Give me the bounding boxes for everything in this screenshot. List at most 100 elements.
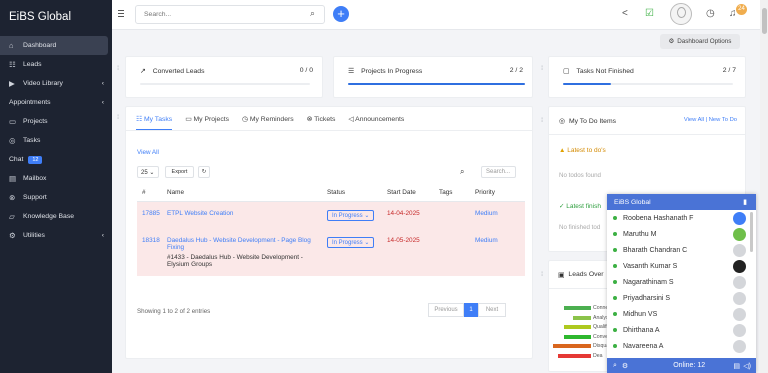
chart-bar	[564, 306, 591, 310]
refresh-button[interactable]: ↻	[198, 166, 210, 178]
chart-label: Dea	[593, 352, 603, 359]
sidebar-item-support[interactable]: ⊗ Support	[0, 188, 112, 207]
check-circle-icon: ◎	[559, 118, 565, 125]
chat-user-item[interactable]: Nagarathinam S	[607, 274, 756, 290]
chart-bar	[553, 344, 591, 348]
sidebar-item-mailbox[interactable]: ▤ Mailbox	[0, 169, 112, 188]
sidebar-item-utilities[interactable]: ⚙ Utilities ‹	[0, 226, 112, 245]
sliders-icon: ☰	[348, 68, 355, 75]
chat-user-name: Vasanth Kumar S	[623, 262, 678, 270]
page-size-select[interactable]: 25 ⌄	[137, 166, 159, 178]
chart-bar	[558, 353, 591, 358]
new-todo-link[interactable]: New To Do	[709, 117, 737, 123]
online-status-icon	[613, 344, 617, 348]
latest-finished-heading: ✓ Latest finish	[559, 203, 601, 210]
menu-toggle-icon[interactable]	[118, 10, 124, 17]
sidebar-item-video-library[interactable]: ▶ Video Library ‹	[0, 74, 112, 93]
message-icon[interactable]: ▤	[733, 362, 740, 370]
page-scrollbar[interactable]	[760, 0, 768, 373]
online-status-icon	[613, 264, 617, 268]
table-row[interactable]: 17885 ETPL Website Creation In Progress …	[137, 201, 525, 229]
stat-card-tasks-not-finished: ▢ Tasks Not Finished 2 / 7	[548, 56, 746, 98]
drag-handle-icon[interactable]: ⁞⁞	[541, 118, 544, 124]
tabs-divider	[126, 130, 532, 131]
chat-panel: EiBS Global ▮ Roobena Hashanath F Maruthu …	[607, 194, 756, 373]
search-input[interactable]	[135, 5, 325, 24]
online-status-icon	[613, 216, 617, 220]
chevron-left-icon: ‹	[101, 80, 104, 87]
online-status-icon	[613, 248, 617, 252]
chat-user-name: Navareena A	[623, 342, 664, 350]
status-dropdown[interactable]: In Progress ⌄	[327, 236, 375, 248]
avatar	[733, 340, 746, 353]
tab-my-tasks[interactable]: ☷ My Tasks	[136, 115, 173, 130]
chat-user-item[interactable]: Vasanth Kumar S	[607, 258, 756, 274]
dashboard-options-button[interactable]: ⚙ Dashboard Options	[660, 34, 740, 49]
status-dropdown[interactable]: In Progress ⌄	[327, 209, 375, 221]
chart-icon: ▣	[558, 272, 565, 279]
avatar	[733, 324, 746, 337]
chat-user-item[interactable]: Dhirthana A	[607, 322, 756, 338]
sidebar-item-chat[interactable]: Chat 12	[0, 150, 112, 169]
chat-user-name: Priyadharsini S	[623, 294, 671, 302]
share-icon[interactable]: <	[622, 8, 628, 19]
chat-user-item[interactable]: Roobena Hashanath F	[607, 210, 756, 226]
chat-user-name: Midhun VS	[623, 310, 658, 318]
quick-add-button[interactable]: +	[333, 6, 349, 22]
projects-icon: ▭	[9, 117, 17, 126]
stat-card-projects-in-progress: ☰ Projects In Progress 2 / 2	[333, 56, 533, 98]
table-search-input[interactable]: Search...	[481, 166, 516, 178]
sidebar-item-tasks[interactable]: ◎ Tasks	[0, 131, 112, 150]
tasks-table: # Name Status Start Date Tags Priority 1…	[137, 184, 525, 276]
table-row[interactable]: 18318 Daedalus Hub - Website Development…	[137, 228, 525, 276]
previous-button[interactable]: Previous	[428, 303, 464, 317]
chat-user-item[interactable]: Navareena A	[607, 338, 756, 354]
clock-icon[interactable]: ◷	[706, 8, 715, 19]
tabs: ☷ My Tasks ▭ My Projects ◷ My Reminders …	[136, 115, 404, 130]
todo-view-all-link[interactable]: View All	[684, 117, 704, 123]
sidebar-item-knowledge-base[interactable]: ▱ Knowledge Base	[0, 207, 112, 226]
chat-user-item[interactable]: Bharath Chandran C	[607, 242, 756, 258]
video-icon: ▶	[9, 79, 15, 88]
next-button[interactable]: Next	[478, 303, 506, 317]
sidebar-item-leads[interactable]: ☷ Leads	[0, 55, 112, 74]
drag-handle-icon[interactable]: ⁞⁞	[541, 66, 544, 72]
tab-announcements[interactable]: ◁ Announcements	[348, 115, 404, 130]
page-1-button[interactable]: 1	[464, 303, 478, 317]
gear-icon[interactable]: ⚙	[622, 362, 628, 370]
sidebar-item-dashboard[interactable]: ⌂ Dashboard	[0, 36, 108, 55]
chat-window-icon[interactable]: ▮	[743, 198, 747, 206]
sidebar-item-projects[interactable]: ▭ Projects	[0, 112, 112, 131]
tab-tickets[interactable]: ⊗ Tickets	[307, 115, 336, 130]
checklist-icon[interactable]: ☑	[645, 8, 654, 19]
chat-user-item[interactable]: Midhun VS	[607, 306, 756, 322]
chat-user-item[interactable]: Priyadharsini S	[607, 290, 756, 306]
export-button[interactable]: Export	[165, 166, 194, 178]
chart-bar	[573, 315, 591, 320]
chat-footer: ⌕ ⚙ Online: 12 ▤ ◁)	[607, 358, 756, 373]
tab-my-reminders[interactable]: ◷ My Reminders	[242, 115, 294, 130]
avatar	[733, 212, 746, 225]
avatar	[733, 244, 746, 257]
sound-icon[interactable]: ◁)	[743, 362, 751, 370]
brand-logo[interactable]: EiBS Global	[0, 0, 112, 34]
sidebar-item-appointments[interactable]: Appointments ‹	[0, 93, 112, 112]
search-icon[interactable]: ⌕	[310, 8, 315, 19]
drag-handle-icon[interactable]: ⁞⁞	[117, 115, 120, 121]
drag-handle-icon[interactable]: ⁞⁞	[117, 66, 120, 72]
chat-user-name: Roobena Hashanath F	[623, 214, 694, 222]
folder-icon: ▱	[9, 212, 15, 221]
chart-bar	[564, 325, 591, 329]
online-status-icon	[613, 328, 617, 332]
chevron-left-icon: ‹	[101, 232, 104, 239]
chat-scrollbar[interactable]	[750, 212, 753, 252]
progress-bar	[140, 82, 310, 85]
view-all-link[interactable]: View All	[137, 149, 159, 156]
tab-my-projects[interactable]: ▭ My Projects	[185, 115, 229, 130]
search-icon[interactable]: ⌕	[613, 362, 617, 370]
drag-handle-icon[interactable]: ⁞⁞	[541, 272, 544, 278]
sidebar: EiBS Global ⌂ Dashboard ☷ Leads ▶ Video Lib…	[0, 0, 112, 373]
chat-header[interactable]: EiBS Global ▮	[607, 194, 756, 210]
chat-user-item[interactable]: Maruthu M	[607, 226, 756, 242]
user-avatar[interactable]	[670, 3, 692, 25]
